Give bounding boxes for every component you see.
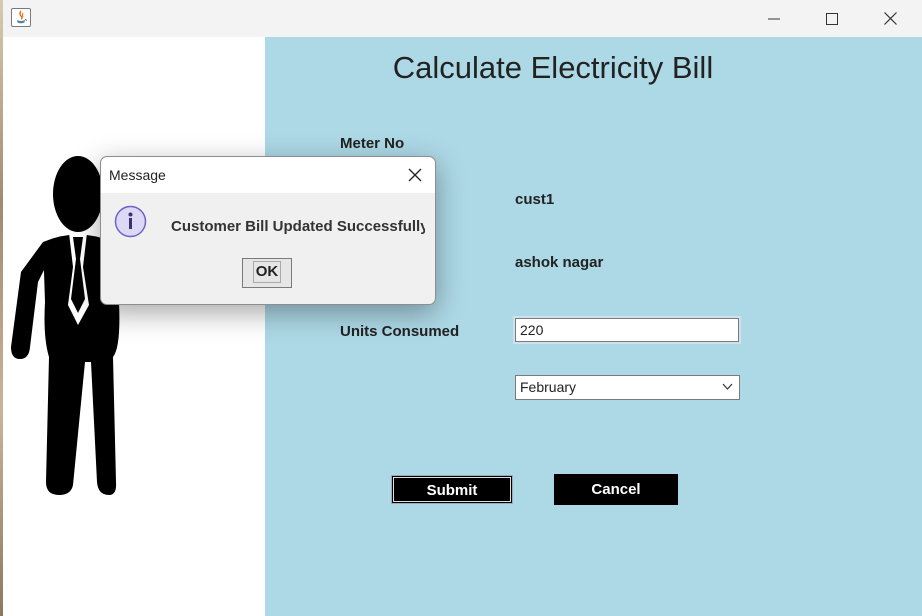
chevron-down-icon [722,383,733,390]
maximize-button[interactable] [803,0,861,37]
month-selected-value: February [520,379,577,395]
customer-name-value: cust1 [515,191,555,208]
submit-button[interactable]: Submit [391,475,513,504]
java-app-icon[interactable] [11,8,31,27]
ok-button[interactable]: OK [242,258,292,288]
maximize-icon [826,12,838,25]
dialog-title: Message [109,167,166,183]
ok-button-label: OK [252,261,282,283]
close-icon [883,12,897,25]
address-value: ashok nagar [515,254,604,271]
dialog-title-bar[interactable]: Message [101,157,435,193]
close-window-button[interactable] [861,0,919,37]
meter-no-label: Meter No [340,135,405,152]
units-consumed-label: Units Consumed [340,323,460,340]
dialog-close-icon[interactable] [406,166,424,184]
info-icon [114,205,147,238]
bill-form-panel: Calculate Electricity Bill Meter No cust… [265,37,922,616]
dialog-message: Customer Bill Updated Successfully [171,218,425,235]
minimize-button[interactable] [745,0,803,37]
minimize-icon [768,18,780,19]
title-bar[interactable] [3,0,922,37]
units-consumed-input[interactable]: 220 [513,316,741,344]
app-window: Calculate Electricity Bill Meter No cust… [3,0,922,616]
message-dialog: Message Customer Bill Updated Successful… [100,156,436,305]
illustration-panel [3,37,265,616]
month-select[interactable]: February [515,375,740,400]
person-illustration [11,156,128,495]
cancel-button[interactable]: Cancel [554,474,678,505]
page-title: Calculate Electricity Bill [392,50,714,85]
